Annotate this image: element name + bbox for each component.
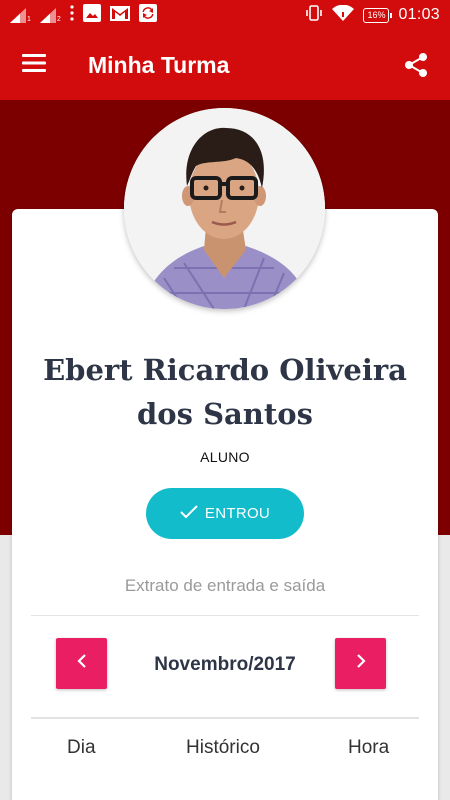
chevron-right-icon xyxy=(356,654,366,673)
status-right: 16% 01:03 xyxy=(305,4,440,26)
signal-icon-sim1: 1 xyxy=(10,7,31,23)
gmail-icon xyxy=(109,5,130,25)
status-time: 01:03 xyxy=(398,6,440,23)
menu-icon[interactable] xyxy=(22,53,46,77)
column-header-history: Histórico xyxy=(186,737,260,758)
vibrate-icon xyxy=(305,4,323,26)
column-header-time: Hora xyxy=(348,737,390,758)
check-icon xyxy=(180,504,198,523)
wifi-icon xyxy=(332,4,355,25)
entry-status-button[interactable]: ENTROU xyxy=(146,488,304,539)
avatar xyxy=(124,108,325,309)
next-month-button[interactable] xyxy=(335,638,386,689)
battery-icon: 16% xyxy=(363,7,393,23)
student-name: Ebert Ricardo Oliveira dos Santos xyxy=(43,353,407,431)
app-bar: Minha Turma xyxy=(0,30,450,100)
signal-icon-sim2: 2 xyxy=(39,7,61,23)
status-left: 1 2 xyxy=(10,4,157,26)
share-icon[interactable] xyxy=(404,52,428,78)
entry-status-label: ENTROU xyxy=(204,505,271,522)
column-header-day: Dia xyxy=(67,737,96,758)
sync-icon xyxy=(138,4,157,26)
sim1-label: 1 xyxy=(27,15,31,23)
student-role: ALUNO xyxy=(200,449,250,465)
sim2-label: 2 xyxy=(56,15,61,23)
divider xyxy=(31,717,419,719)
status-bar: 1 2 16% 01:03 xyxy=(0,0,450,30)
history-title: Extrato de entrada e saída xyxy=(124,576,326,595)
app-title: Minha Turma xyxy=(88,51,230,78)
image-icon xyxy=(82,4,101,26)
more-vert-icon xyxy=(70,5,74,25)
divider xyxy=(31,615,419,616)
